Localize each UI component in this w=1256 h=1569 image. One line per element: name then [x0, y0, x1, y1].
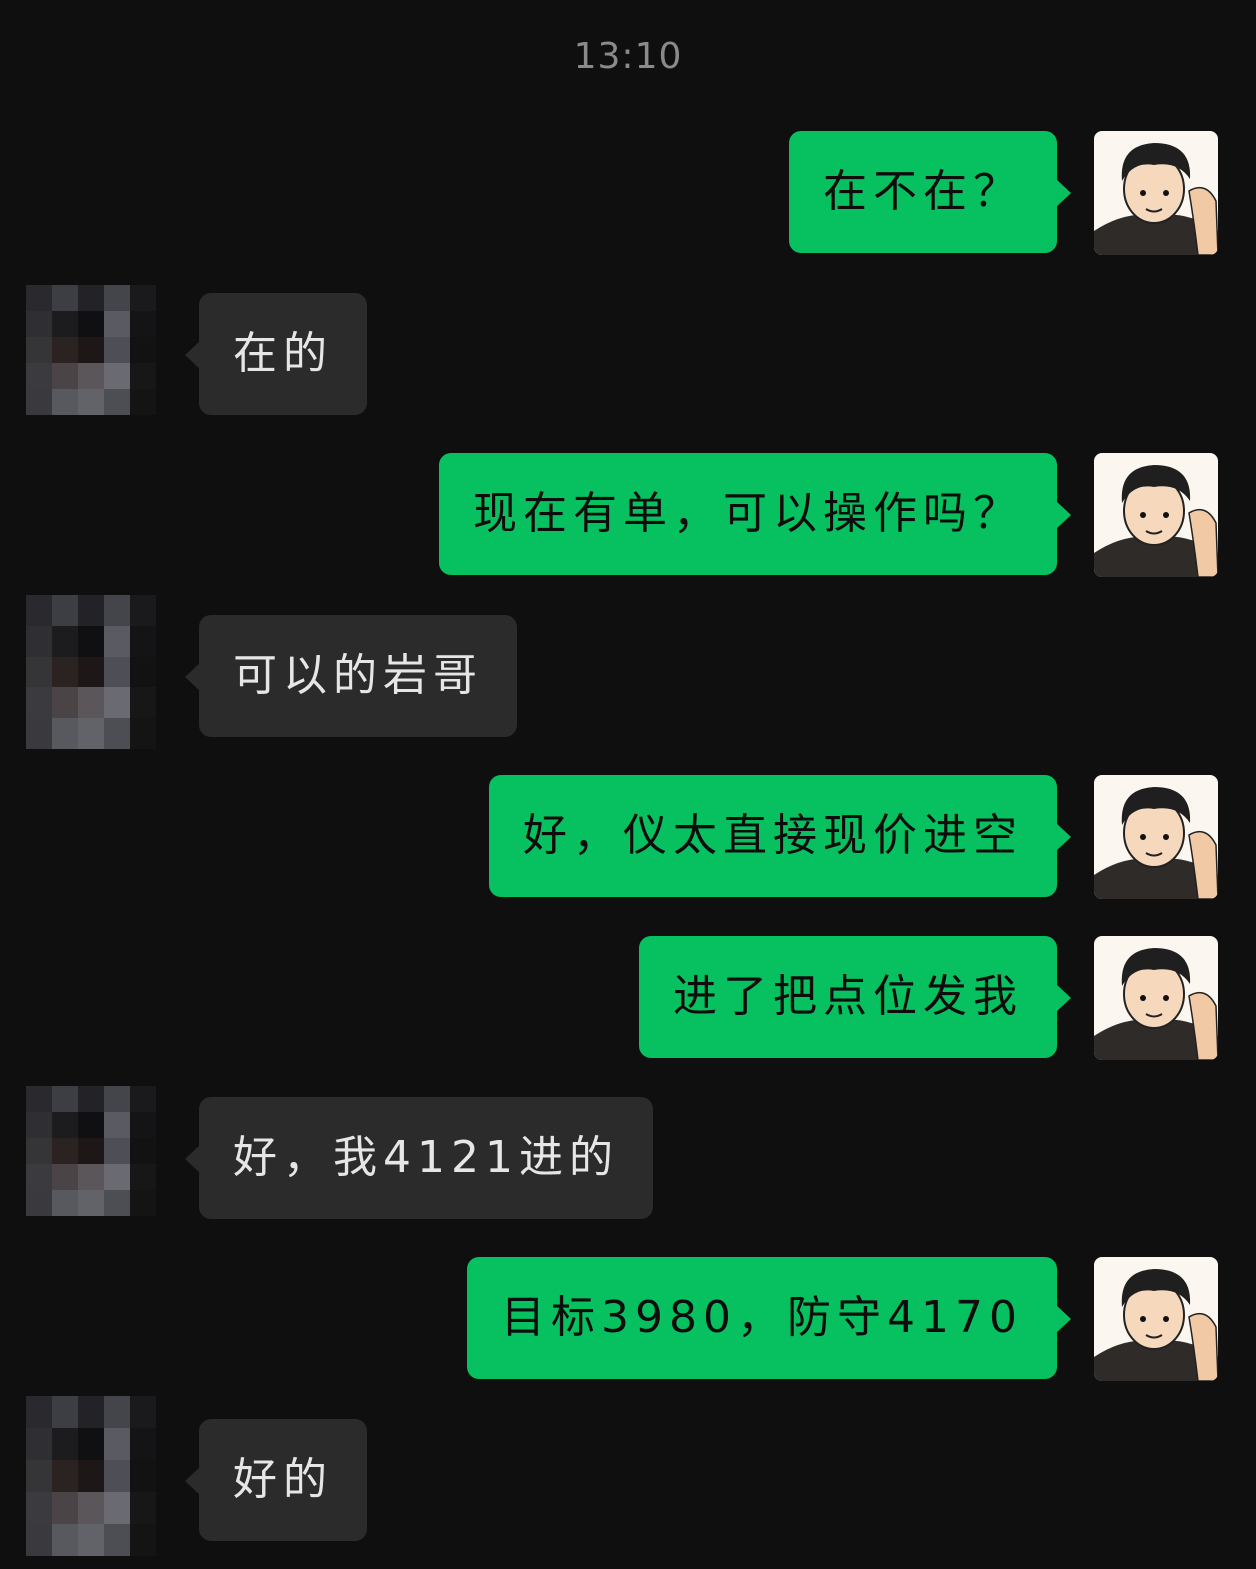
pixelated-avatar-icon[interactable]: [26, 285, 156, 415]
chat-timestamp: 13:10: [573, 36, 683, 77]
pixelated-avatar-icon[interactable]: [26, 1396, 156, 1556]
self-avatar-icon[interactable]: [1094, 131, 1218, 255]
self-avatar-icon[interactable]: [1094, 453, 1218, 577]
self-avatar-icon[interactable]: [1094, 1257, 1218, 1381]
outgoing-message-bubble[interactable]: 目标3980，防守4170: [467, 1257, 1071, 1379]
outgoing-message-bubble[interactable]: 好，仪太直接现价进空: [489, 775, 1071, 897]
pixelated-avatar-icon[interactable]: [26, 1086, 156, 1216]
incoming-message-bubble[interactable]: 在的: [185, 293, 367, 415]
incoming-message-bubble[interactable]: 好，我4121进的: [185, 1097, 653, 1219]
outgoing-message-bubble[interactable]: 现在有单，可以操作吗？: [439, 453, 1071, 575]
self-avatar-icon[interactable]: [1094, 775, 1218, 899]
self-avatar-icon[interactable]: [1094, 936, 1218, 1060]
incoming-message-bubble[interactable]: 可以的岩哥: [185, 615, 517, 737]
pixelated-avatar-icon[interactable]: [26, 595, 156, 749]
outgoing-message-bubble[interactable]: 在不在？: [789, 131, 1071, 253]
outgoing-message-bubble[interactable]: 进了把点位发我: [639, 936, 1071, 1058]
incoming-message-bubble[interactable]: 好的: [185, 1419, 367, 1541]
